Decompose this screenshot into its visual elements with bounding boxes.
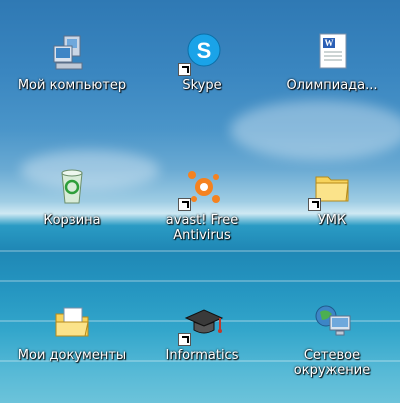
- desktop-background: Мой компьютер S Skype W Олимпиада... Кор…: [0, 0, 400, 403]
- icon-label: Мои документы: [17, 348, 127, 363]
- wave: [0, 280, 400, 282]
- shortcut-arrow-icon: [308, 198, 321, 211]
- desktop-icon-olympiad-doc[interactable]: W Олимпиада...: [272, 30, 392, 93]
- word-document-icon: W: [310, 30, 354, 74]
- desktop-icon-informatics[interactable]: Informatics: [142, 300, 262, 363]
- icon-label: Сетевое окружение: [293, 348, 371, 378]
- wave: [0, 250, 400, 252]
- desktop-icon-avast[interactable]: avast! Free Antivirus: [142, 165, 262, 243]
- folder-icon: [308, 165, 354, 211]
- skype-icon: S: [178, 30, 224, 76]
- recycle-bin-icon: [50, 165, 94, 209]
- shortcut-arrow-icon: [178, 63, 191, 76]
- desktop-icon-umk[interactable]: УМК: [272, 165, 392, 228]
- icon-label: УМК: [317, 213, 347, 228]
- computer-icon: [50, 30, 94, 74]
- svg-text:W: W: [325, 38, 334, 48]
- desktop-icon-my-documents[interactable]: Мои документы: [12, 300, 132, 363]
- icon-label: avast! Free Antivirus: [165, 213, 239, 243]
- icon-label: Skype: [182, 78, 222, 93]
- icon-label: Олимпиада...: [286, 78, 378, 93]
- icon-label: Мой компьютер: [17, 78, 127, 93]
- desktop-icon-skype[interactable]: S Skype: [142, 30, 262, 93]
- desktop-icon-network[interactable]: Сетевое окружение: [272, 300, 392, 378]
- desktop-icon-my-computer[interactable]: Мой компьютер: [12, 30, 132, 93]
- cloud: [230, 100, 400, 160]
- icon-label: Корзина: [43, 213, 101, 228]
- icon-label: Informatics: [165, 348, 239, 363]
- my-documents-icon: [50, 300, 94, 344]
- shortcut-arrow-icon: [178, 333, 191, 346]
- desktop-icon-recycle-bin[interactable]: Корзина: [12, 165, 132, 228]
- svg-text:S: S: [197, 38, 212, 63]
- avast-icon: [178, 165, 224, 211]
- shortcut-arrow-icon: [178, 198, 191, 211]
- network-icon: [310, 300, 354, 344]
- graduation-cap-icon: [178, 300, 224, 346]
